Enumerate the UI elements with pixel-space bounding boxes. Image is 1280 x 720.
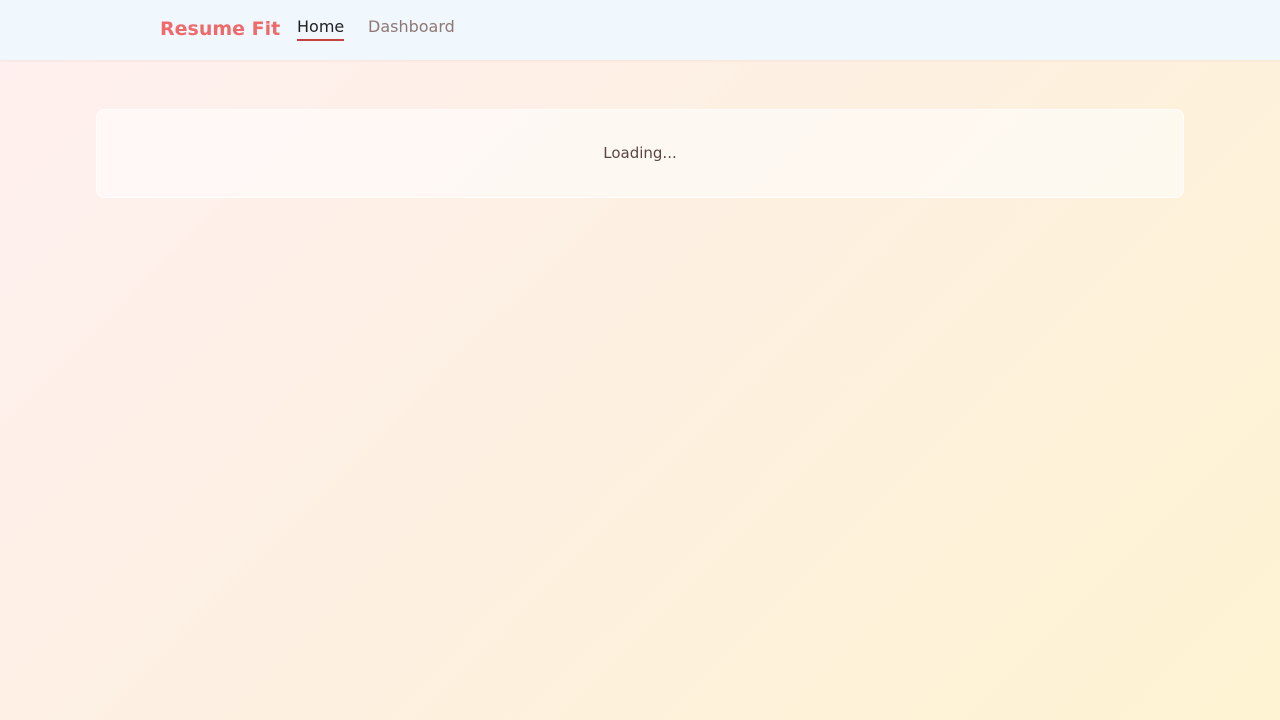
nav-link-home[interactable]: Home xyxy=(297,17,345,41)
loading-card: Loading... xyxy=(96,109,1184,198)
nav-link-dashboard[interactable]: Dashboard xyxy=(368,17,455,36)
loading-status-text: Loading... xyxy=(603,144,677,162)
top-navbar: Resume Fit Home Dashboard xyxy=(0,0,1280,60)
brand-logo-text[interactable]: Resume Fit xyxy=(160,18,280,40)
